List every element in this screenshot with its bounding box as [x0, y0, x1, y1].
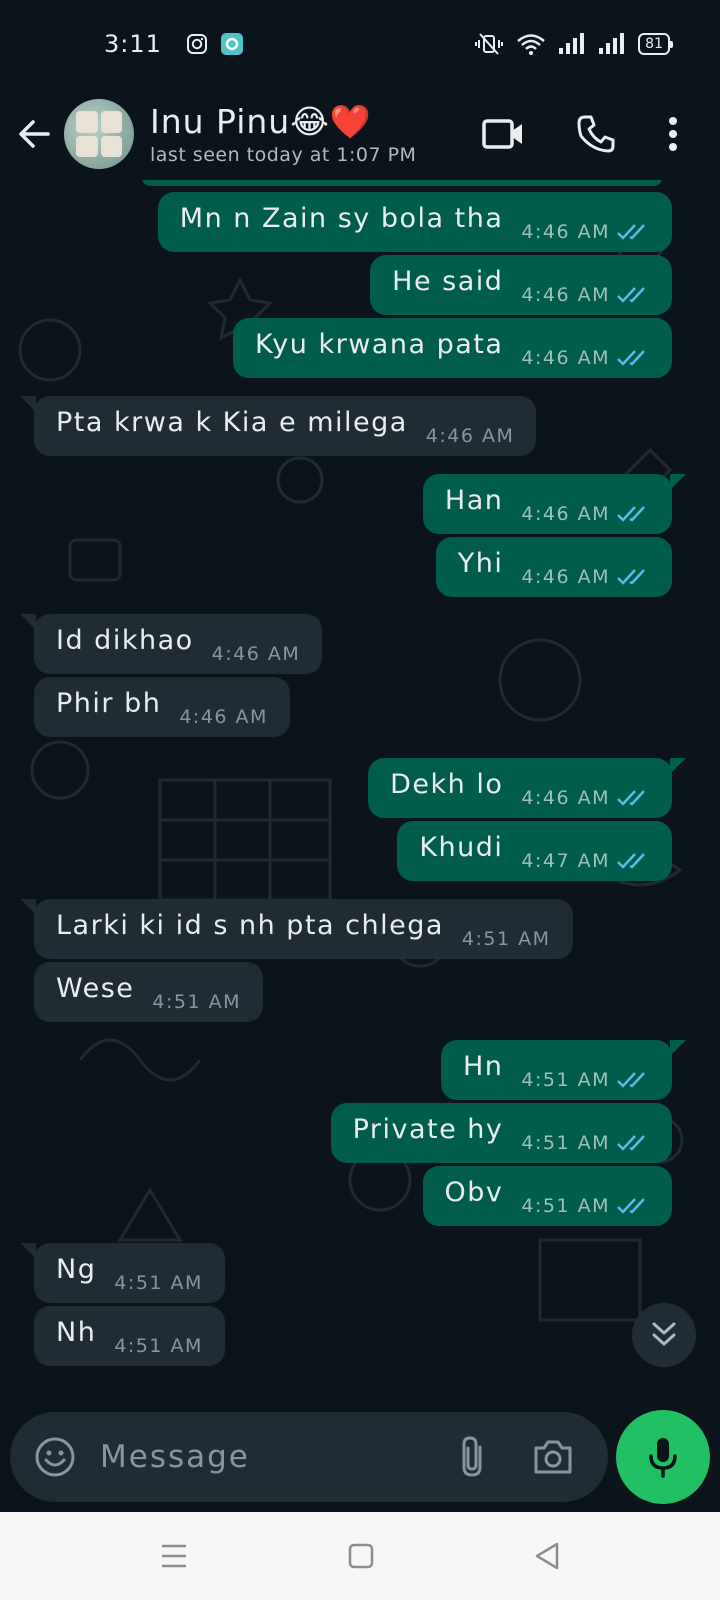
message-bubble-in[interactable]: Phir bh 4:46 AM	[34, 677, 290, 737]
read-ticks-icon	[617, 790, 645, 806]
app-notification-icon	[220, 33, 243, 55]
scroll-to-bottom-button[interactable]	[632, 1303, 696, 1367]
message-bubble-out[interactable]: He said 4:46 AM	[370, 255, 672, 315]
message-bubble-out[interactable]: Han 4:46 AM	[422, 474, 687, 534]
instagram-icon	[186, 34, 207, 54]
message-bubble-out[interactable]: Mn n Zain sy bola tha 4:46 AM	[157, 192, 672, 252]
back-button[interactable]	[4, 116, 64, 152]
vibrate-muted-icon	[475, 33, 504, 55]
read-ticks-icon	[617, 853, 645, 869]
read-ticks-icon	[617, 1072, 645, 1088]
message-bubble-out[interactable]: Khudi 4:47 AM	[397, 821, 672, 881]
system-navigation-bar	[0, 1512, 720, 1600]
contact-info[interactable]: Inu Pinu😂❤️ last seen today at 1:07 PM	[150, 102, 416, 166]
read-ticks-icon	[617, 569, 645, 585]
emoji-icon[interactable]	[34, 1436, 76, 1478]
message-bubble-in[interactable]: Nh 4:51 AM	[34, 1306, 225, 1366]
message-bubble-out[interactable]: Yhi 4:46 AM	[435, 537, 672, 597]
signal-icon	[559, 33, 585, 54]
phone-icon[interactable]	[576, 114, 616, 154]
message-bubble-out[interactable]: Dekh lo 4:46 AM	[368, 758, 686, 818]
home-icon[interactable]	[348, 1543, 374, 1569]
read-ticks-icon	[617, 1198, 645, 1214]
message-list[interactable]: Mn n Zain sy bola tha 4:46 AM He said 4:…	[0, 180, 720, 1392]
signal-icon	[599, 33, 625, 54]
message-bubble-in[interactable]: Pta krwa k Kia e milega 4:46 AM	[19, 396, 537, 456]
read-ticks-icon	[617, 287, 645, 303]
battery-indicator: 81	[638, 33, 673, 55]
mic-icon	[649, 1438, 677, 1478]
paperclip-icon[interactable]	[458, 1435, 486, 1479]
avatar[interactable]	[64, 99, 134, 169]
message-bubble-in[interactable]: Wese 4:51 AM	[34, 962, 264, 1022]
read-ticks-icon	[617, 350, 645, 366]
status-time: 3:11	[104, 30, 162, 58]
more-vertical-icon[interactable]	[668, 116, 678, 152]
status-bar: 3:11 81	[0, 0, 720, 88]
wifi-icon	[517, 34, 545, 55]
message-bubble-in[interactable]: Larki ki id s nh pta chlega 4:51 AM	[20, 899, 573, 959]
chat-header: Inu Pinu😂❤️ last seen today at 1:07 PM	[0, 88, 720, 180]
menu-icon[interactable]	[160, 1543, 188, 1569]
message-bubble-in[interactable]: Id dikhao 4:46 AM	[19, 614, 323, 674]
read-ticks-icon	[617, 224, 645, 240]
message-composer[interactable]: Message	[10, 1412, 608, 1502]
message-bubble-out[interactable]: Hn 4:51 AM	[440, 1040, 687, 1100]
previous-message-edge	[142, 180, 662, 186]
video-call-icon[interactable]	[482, 117, 524, 151]
back-nav-icon[interactable]	[534, 1542, 560, 1570]
message-bubble-out[interactable]: Kyu krwana pata 4:46 AM	[233, 318, 672, 378]
camera-icon[interactable]	[532, 1439, 574, 1475]
message-bubble-in[interactable]: Ng 4:51 AM	[20, 1243, 225, 1303]
message-input[interactable]: Message	[100, 1439, 250, 1475]
contact-name: Inu Pinu😂❤️	[150, 102, 372, 141]
voice-record-button[interactable]	[616, 1410, 710, 1504]
last-seen-status: last seen today at 1:07 PM	[150, 144, 417, 166]
arrow-left-icon	[19, 120, 50, 148]
message-bubble-out[interactable]: Private hy 4:51 AM	[330, 1103, 672, 1163]
message-bubble-out[interactable]: Obv 4:51 AM	[422, 1166, 672, 1226]
double-chevron-down-icon	[652, 1322, 676, 1346]
read-ticks-icon	[617, 1135, 645, 1151]
read-ticks-icon	[617, 506, 645, 522]
